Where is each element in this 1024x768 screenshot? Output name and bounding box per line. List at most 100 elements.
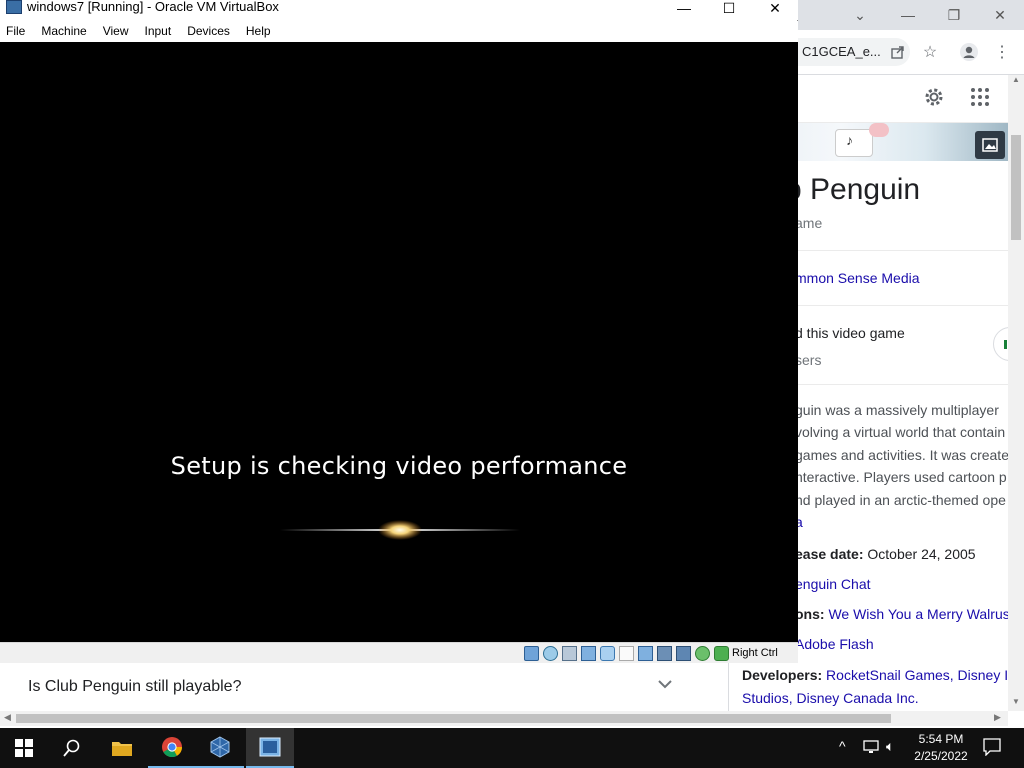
kp-subtitle: ame — [795, 215, 823, 231]
close-button[interactable]: ✕ — [752, 0, 798, 16]
share-icon[interactable] — [886, 40, 910, 64]
google-header — [798, 75, 1024, 123]
music-note-image: ♪ — [835, 129, 873, 157]
menu-view[interactable]: View — [97, 21, 135, 42]
chrome-taskbar-button[interactable] — [148, 728, 196, 768]
divider — [785, 250, 1008, 251]
developers-link-continued[interactable]: Studios, Disney Canada Inc. — [742, 690, 919, 706]
clock-time: 5:54 PM — [918, 732, 964, 746]
keyboard-icon[interactable] — [714, 646, 729, 661]
profile-avatar-icon[interactable] — [957, 40, 981, 64]
divider — [785, 384, 1008, 385]
description-line: guin was a massively multiplayer — [795, 402, 999, 418]
kp-title: b Penguin — [785, 173, 921, 206]
horizontal-scrollbar[interactable]: ◀ ▶ — [0, 711, 1008, 726]
versions-label: ons: — [795, 606, 825, 622]
vbox-titlebar[interactable]: windows7 [Running] - Oracle VM VirtualBo… — [0, 0, 798, 20]
thumb-icon — [1004, 340, 1007, 349]
release-date-row: ease date: October 24, 2005 — [795, 546, 976, 562]
chrome-icon — [162, 737, 183, 758]
developers-link[interactable]: RocketSnail Games, Disney In — [826, 667, 1008, 683]
mouse-integration-icon[interactable] — [695, 646, 710, 661]
virtualbox-manager-button[interactable] — [196, 728, 244, 768]
thumbs-up-button[interactable] — [993, 327, 1008, 361]
menu-file[interactable]: File — [0, 21, 31, 42]
scroll-down-arrow-icon[interactable]: ▼ — [1012, 697, 1020, 706]
bookmark-star-icon[interactable]: ☆ — [918, 40, 942, 64]
windows-taskbar: ^ 🔈︎ 5:54 PM 2/25/2022 — [0, 728, 1024, 768]
versions-row: ons: We Wish You a Merry Walrus — [795, 606, 1008, 622]
file-explorer-button[interactable] — [98, 728, 146, 768]
volume-icon[interactable]: 🔈︎ — [886, 738, 894, 755]
scroll-left-arrow-icon[interactable]: ◀ — [4, 712, 11, 723]
optical-drive-icon[interactable] — [543, 646, 558, 661]
clock-date: 2/25/2022 — [914, 749, 968, 763]
vbox-statusbar: Right Ctrl — [0, 642, 798, 663]
close-button[interactable]: ✕ — [978, 0, 1022, 30]
scroll-up-arrow-icon[interactable]: ▲ — [1012, 75, 1020, 84]
successor-link[interactable]: enguin Chat — [795, 576, 871, 592]
scroll-right-arrow-icon[interactable]: ▶ — [994, 712, 1001, 723]
developers-label: Developers: — [742, 667, 823, 683]
divider — [785, 305, 1008, 306]
notifications-icon[interactable] — [983, 738, 1001, 759]
display-icon[interactable] — [638, 646, 653, 661]
windows-logo-icon — [15, 739, 33, 757]
show-hidden-icons-chevron-icon[interactable]: ^ — [839, 738, 846, 754]
network-icon[interactable] — [581, 646, 596, 661]
light-flare-graphic — [280, 520, 520, 540]
vm-display[interactable]: Setup is checking video performance — [0, 42, 798, 642]
virtualbox-window: windows7 [Running] - Oracle VM VirtualBo… — [0, 0, 798, 663]
minimize-button[interactable]: — — [886, 0, 930, 30]
virtualbox-icon — [210, 736, 230, 758]
window-title: windows7 [Running] - Oracle VM VirtualBo… — [27, 0, 279, 14]
rating-source-link[interactable]: mmon Sense Media — [795, 270, 920, 286]
minimize-button[interactable]: — — [661, 0, 707, 16]
menu-devices[interactable]: Devices — [181, 21, 236, 42]
network-icon[interactable] — [863, 740, 879, 757]
google-apps-icon[interactable] — [970, 87, 990, 112]
setup-status-text: Setup is checking video performance — [170, 452, 628, 480]
vbox-menubar: File Machine View Input Devices Help — [0, 21, 798, 42]
description-line: games and activities. It was create — [795, 446, 1008, 463]
vertical-scrollbar[interactable]: ▲ ▼ — [1008, 75, 1024, 711]
kp-description: guin was a massively multiplayer volving… — [795, 399, 1008, 533]
menu-help[interactable]: Help — [240, 21, 277, 42]
start-button[interactable] — [0, 728, 48, 768]
shared-folder-icon[interactable] — [619, 646, 634, 661]
images-gallery-icon[interactable] — [975, 131, 1005, 159]
description-line: nd played in an arctic-themed ope — [795, 491, 1006, 508]
vertical-scroll-thumb[interactable] — [1011, 135, 1021, 240]
description-line: volving a virtual world that contain — [795, 424, 1006, 441]
menu-machine[interactable]: Machine — [35, 21, 92, 42]
release-date-value: October 24, 2005 — [867, 546, 976, 562]
windows7-vm-taskbar-button[interactable] — [246, 728, 294, 768]
menu-input[interactable]: Input — [139, 21, 178, 42]
versions-link[interactable]: We Wish You a Merry Walrus — [828, 606, 1008, 622]
search-icon — [63, 739, 80, 757]
clock[interactable]: 5:54 PM 2/25/2022 — [902, 731, 980, 765]
audio-icon[interactable] — [562, 646, 577, 661]
search-button[interactable] — [48, 728, 96, 768]
wikipedia-link[interactable]: a — [795, 511, 1008, 533]
chrome-titlebar: ⌄ — ❐ ✕ — [798, 0, 1024, 30]
faq-accordion-item[interactable]: Is Club Penguin still playable? — [0, 670, 728, 706]
usb-icon[interactable] — [600, 646, 615, 661]
settings-gear-icon[interactable] — [922, 85, 946, 114]
engine-link[interactable]: Adobe Flash — [795, 636, 874, 652]
restore-button[interactable]: ❐ — [932, 0, 976, 30]
maximize-button[interactable]: ☐ — [706, 0, 752, 16]
release-date-label: ease date: — [795, 546, 864, 562]
chrome-menu-icon[interactable]: ⋮ — [990, 40, 1014, 64]
puffle-image — [869, 123, 889, 137]
horizontal-scroll-thumb[interactable] — [16, 714, 891, 723]
developers-row: Developers: RocketSnail Games, Disney In — [742, 667, 1008, 683]
liked-subtext: sers — [795, 352, 822, 368]
video-capture-icon[interactable] — [657, 646, 672, 661]
tab-list-chevron-icon[interactable]: ⌄ — [838, 0, 882, 30]
host-key-label[interactable]: Right Ctrl — [732, 647, 778, 659]
hard-disk-icon[interactable] — [524, 646, 539, 661]
vm-window-icon — [259, 737, 281, 757]
cpu-icon[interactable] — [676, 646, 691, 661]
chevron-down-icon[interactable] — [658, 676, 672, 694]
